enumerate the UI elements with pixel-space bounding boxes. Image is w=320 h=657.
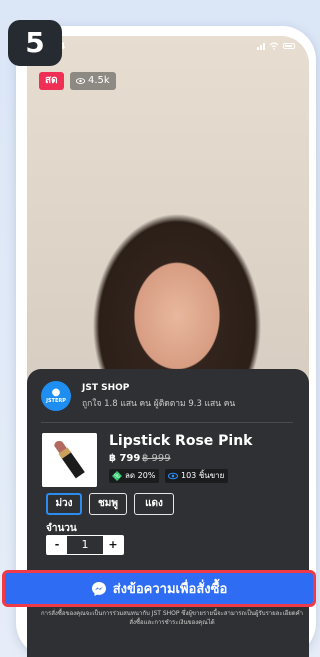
product-price: ฿ 799 (109, 453, 141, 464)
viewer-count: 4.5k (70, 72, 116, 90)
quantity-stepper: - 1 + (46, 535, 124, 555)
send-message-to-order-button[interactable]: ส่งข้อความเพื่อสั่งซื้อ (2, 570, 316, 607)
sold-text: 103 ชิ้นขาย (181, 471, 225, 480)
status-bar: 9:04 (27, 36, 309, 58)
battery-icon (283, 43, 295, 49)
variant-option-red[interactable]: แดง (134, 493, 174, 515)
shop-logo-text: JSTERP (46, 398, 66, 404)
variant-label: ชมพู (98, 498, 118, 509)
logo-mark-icon: ● (51, 387, 61, 398)
shop-name[interactable]: JST SHOP (82, 383, 129, 393)
variant-label: แดง (145, 498, 163, 509)
live-badge: สด (39, 72, 64, 90)
viewer-count-value: 4.5k (88, 75, 110, 86)
product-thumbnail[interactable] (42, 433, 97, 487)
increment-button[interactable]: + (103, 536, 123, 554)
divider (41, 422, 293, 423)
signal-icon (257, 42, 265, 50)
discount-tag-icon: % (112, 471, 122, 481)
quantity-label: จำนวน (46, 523, 77, 534)
lipstick-image (42, 433, 97, 487)
messenger-icon (91, 581, 106, 596)
sold-badge: 103 ชิ้นขาย (165, 469, 229, 483)
eye-icon (76, 78, 85, 84)
status-icons (257, 42, 295, 50)
quantity-value[interactable]: 1 (67, 536, 103, 554)
shop-stats: ถูกใจ 1.8 แสน คน ผู้ติดตาม 9.3 แสน คน (82, 399, 236, 409)
variant-option-purple[interactable]: ม่วง (46, 493, 82, 515)
live-stream-screen: 9:04 สด 4.5k ● JSTERP JST SHOP ถูกใจ 1.8… (27, 36, 309, 657)
discount-badge: % ลด 20% (109, 469, 160, 483)
product-name: Lipstick Rose Pink (109, 433, 253, 449)
variant-label: ม่วง (55, 498, 73, 509)
original-price: ฿ 999 (142, 453, 171, 464)
shop-logo[interactable]: ● JSTERP (41, 381, 71, 411)
discount-text: ลด 20% (125, 471, 156, 480)
eye-icon (168, 472, 178, 480)
step-number-badge: 5 (8, 20, 62, 66)
order-disclaimer: การสั่งซื้อของคุณจะเป็นการร่วมสนทนากับ J… (40, 610, 304, 626)
decrement-button[interactable]: - (47, 536, 67, 554)
wifi-icon (269, 42, 279, 50)
variant-option-pink[interactable]: ชมพู (89, 493, 127, 515)
svg-text:%: % (114, 473, 120, 480)
cta-label: ส่งข้อความเพื่อสั่งซื้อ (112, 582, 228, 597)
